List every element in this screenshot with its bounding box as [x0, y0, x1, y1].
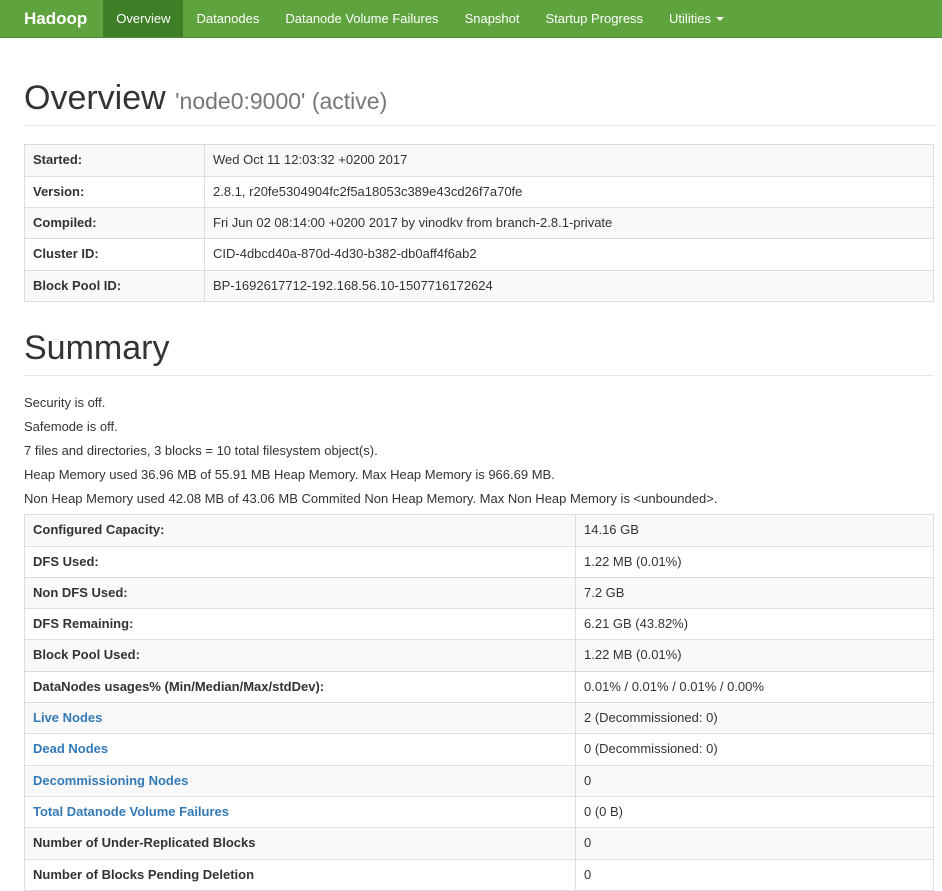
info-row-value: 2.8.1, r20fe5304904fc2f5a18053c389e43cd2… [204, 175, 934, 208]
summary-row-value: 0 [575, 827, 934, 860]
security-status: Security is off. [24, 395, 106, 411]
summary-row-value: 1.22 MB (0.01%) [575, 545, 934, 578]
summary-row-label: Block Pool Used: [24, 639, 576, 672]
summary-row-value: 0 (0 B) [575, 795, 934, 829]
table-row: Version: 2.8.1, r20fe5304904fc2f5a18053c… [24, 175, 934, 208]
cluster-info-table: Started: Wed Oct 11 12:03:32 +0200 2017 … [24, 144, 934, 302]
info-row-value: CID-4dbcd40a-870d-4d30-b382-db0aff4f6ab2 [204, 238, 934, 271]
table-row: Number of Under-Replicated Blocks 0 [24, 827, 934, 860]
nav-item-overview[interactable]: Overview [103, 0, 184, 37]
table-row: Decommissioning Nodes 0 [24, 764, 934, 797]
table-row: Started: Wed Oct 11 12:03:32 +0200 2017 [24, 144, 934, 177]
dead-nodes-link[interactable]: Dead Nodes [33, 741, 108, 756]
summary-row-value: 0.01% / 0.01% / 0.01% / 0.00% [575, 670, 934, 704]
filesystem-objects-status: 7 files and directories, 3 blocks = 10 t… [24, 443, 378, 459]
nav-item-startup-progress[interactable]: Startup Progress [533, 0, 657, 37]
table-row: Non DFS Used: 7.2 GB [24, 576, 934, 610]
safemode-status: Safemode is off. [24, 419, 118, 435]
page-title-text: Overview [24, 79, 166, 117]
page-title: Overview 'node0:9000' (active) [24, 79, 934, 117]
decommissioning-nodes-link[interactable]: Decommissioning Nodes [33, 773, 188, 788]
table-row: DFS Used: 1.22 MB (0.01%) [24, 545, 934, 578]
nav-item-datanode-volume-failures[interactable]: Datanode Volume Failures [272, 0, 451, 37]
heap-memory-status: Heap Memory used 36.96 MB of 55.91 MB He… [24, 467, 555, 483]
hadoop-brand[interactable]: Hadoop [0, 0, 103, 37]
summary-divider [24, 375, 934, 377]
table-row: Configured Capacity: 14.16 GB [24, 514, 934, 547]
summary-row-value: 0 [575, 764, 934, 797]
nav-item-datanodes[interactable]: Datanodes [183, 0, 272, 37]
info-row-value: Fri Jun 02 08:14:00 +0200 2017 by vinodk… [204, 206, 934, 240]
namenode-address-subtitle: 'node0:9000' (active) [175, 88, 388, 114]
summary-row-value: 0 [575, 858, 934, 891]
table-row: Total Datanode Volume Failures 0 (0 B) [24, 795, 934, 829]
summary-row-value: 0 (Decommissioned: 0) [575, 733, 934, 766]
info-row-label: Version: [24, 175, 205, 208]
summary-row-label: DFS Used: [24, 545, 576, 578]
table-row: DFS Remaining: 6.21 GB (43.82%) [24, 608, 934, 641]
utilities-label: Utilities [669, 11, 711, 26]
info-row-label: Cluster ID: [24, 238, 205, 271]
table-row: Block Pool ID: BP-1692617712-192.168.56.… [24, 269, 934, 302]
summary-row-label: Decommissioning Nodes [24, 764, 576, 797]
table-row: Number of Blocks Pending Deletion 0 [24, 858, 934, 891]
title-divider [24, 125, 934, 127]
table-row: DataNodes usages% (Min/Median/Max/stdDev… [24, 670, 934, 704]
summary-row-label: Number of Blocks Pending Deletion [24, 858, 576, 891]
non-heap-memory-status: Non Heap Memory used 42.08 MB of 43.06 M… [24, 491, 718, 507]
table-row: Block Pool Used: 1.22 MB (0.01%) [24, 639, 934, 672]
chevron-down-icon [715, 16, 724, 21]
info-row-value: Wed Oct 11 12:03:32 +0200 2017 [204, 144, 934, 177]
summary-row-value: 1.22 MB (0.01%) [575, 639, 934, 672]
summary-row-label: DFS Remaining: [24, 608, 576, 641]
summary-status-text: Security is off. Safemode is off. 7 file… [24, 394, 934, 508]
table-row: Live Nodes 2 (Decommissioned: 0) [24, 702, 934, 735]
summary-row-label: Number of Under-Replicated Blocks [24, 827, 576, 860]
info-row-label: Block Pool ID: [24, 269, 205, 302]
info-row-label: Started: [24, 144, 205, 177]
total-datanode-volume-failures-link[interactable]: Total Datanode Volume Failures [33, 804, 229, 819]
nav-item-utilities-dropdown[interactable]: Utilities [656, 0, 737, 37]
info-row-label: Compiled: [24, 206, 205, 240]
summary-table: Configured Capacity: 14.16 GB DFS Used: … [24, 514, 934, 891]
summary-row-label: Total Datanode Volume Failures [24, 795, 576, 829]
summary-title: Summary [24, 328, 170, 367]
summary-row-value: 6.21 GB (43.82%) [575, 608, 934, 641]
summary-row-label: Configured Capacity: [24, 514, 576, 547]
summary-row-label: DataNodes usages% (Min/Median/Max/stdDev… [24, 670, 576, 704]
summary-row-label: Live Nodes [24, 702, 576, 735]
summary-row-value: 7.2 GB [575, 576, 934, 610]
summary-row-label: Non DFS Used: [24, 576, 576, 610]
top-navbar: Hadoop Overview Datanodes Datanode Volum… [0, 0, 942, 38]
summary-row-label: Dead Nodes [24, 733, 576, 766]
table-row: Compiled: Fri Jun 02 08:14:00 +0200 2017… [24, 206, 934, 240]
nav-item-snapshot[interactable]: Snapshot [452, 0, 533, 37]
info-row-value: BP-1692617712-192.168.56.10-150771617262… [204, 269, 934, 302]
summary-row-value: 2 (Decommissioned: 0) [575, 702, 934, 735]
summary-row-value: 14.16 GB [575, 514, 934, 547]
live-nodes-link[interactable]: Live Nodes [33, 710, 102, 725]
table-row: Cluster ID: CID-4dbcd40a-870d-4d30-b382-… [24, 238, 934, 271]
table-row: Dead Nodes 0 (Decommissioned: 0) [24, 733, 934, 766]
